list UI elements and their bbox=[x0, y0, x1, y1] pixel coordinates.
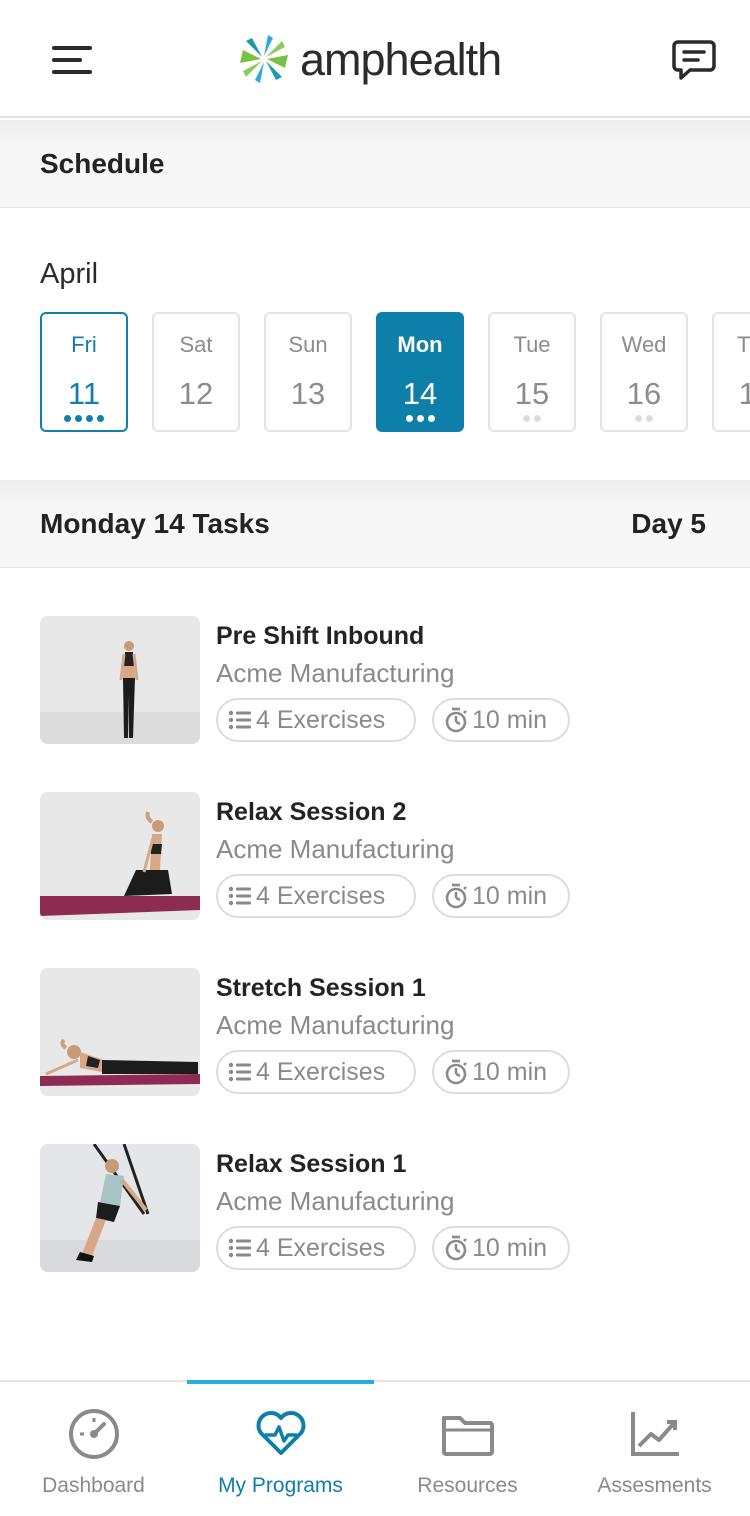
exercise-count-badge: 4 Exercises bbox=[216, 1226, 416, 1270]
schedule-title: Schedule bbox=[40, 148, 165, 179]
date-thu-17[interactable]: Thu 17 bbox=[712, 312, 750, 432]
task-dots bbox=[42, 415, 126, 422]
nav-label: Dashboard bbox=[42, 1474, 145, 1497]
logo-text: amphealth bbox=[300, 33, 502, 85]
task-name: Pre Shift Inbound bbox=[216, 622, 425, 650]
speedometer-icon bbox=[68, 1409, 119, 1459]
date-sat-12[interactable]: Sat 12 bbox=[152, 312, 240, 432]
date-dow: Wed bbox=[621, 332, 667, 357]
exercise-count-badge: 4 Exercises bbox=[216, 874, 416, 918]
app-header: amphealth bbox=[0, 0, 750, 118]
exercise-thumbnail bbox=[40, 1144, 200, 1272]
task-dots bbox=[490, 415, 574, 422]
amphealth-logo: amphealth bbox=[238, 33, 502, 85]
nav-assessments[interactable]: Assesments bbox=[561, 1382, 748, 1516]
task-organization: Acme Manufacturing bbox=[216, 834, 455, 864]
list-icon bbox=[228, 1238, 251, 1258]
heart-pulse-icon bbox=[256, 1411, 305, 1455]
stopwatch-icon bbox=[445, 1235, 467, 1261]
bottom-navigation: Dashboard My Programs Resources Assesmen… bbox=[0, 1380, 750, 1516]
nav-resources[interactable]: Resources bbox=[374, 1382, 561, 1516]
date-strip[interactable]: Fri 11 Sat 12 Sun 13 Mon 14 Tue 15 Wed 1… bbox=[40, 312, 750, 432]
stopwatch-icon bbox=[445, 883, 467, 909]
list-icon bbox=[228, 710, 251, 730]
task-card[interactable]: Stretch Session 1 Acme Manufacturing 4 E… bbox=[40, 968, 720, 1096]
exercise-thumbnail bbox=[40, 968, 200, 1096]
exercise-count: 4 Exercises bbox=[256, 705, 386, 734]
hamburger-menu-icon[interactable] bbox=[52, 44, 92, 76]
date-number: 17 bbox=[738, 376, 750, 411]
duration-badge: 10 min bbox=[432, 698, 570, 742]
date-dow: Tue bbox=[513, 332, 551, 357]
line-chart-icon bbox=[630, 1412, 679, 1456]
nav-label: Assesments bbox=[597, 1474, 712, 1497]
duration: 10 min bbox=[472, 1233, 548, 1262]
duration-badge: 10 min bbox=[432, 874, 570, 918]
tasks-title: Monday 14 Tasks bbox=[40, 508, 270, 539]
date-mon-14[interactable]: Mon 14 bbox=[376, 312, 464, 432]
list-icon bbox=[228, 1062, 251, 1082]
date-dow: Sat bbox=[179, 332, 213, 357]
duration-badge: 10 min bbox=[432, 1050, 570, 1094]
date-number: 11 bbox=[67, 376, 101, 411]
schedule-section-header: Schedule bbox=[0, 120, 750, 208]
nav-my-programs[interactable]: My Programs bbox=[187, 1380, 374, 1516]
exercise-count-badge: 4 Exercises bbox=[216, 1050, 416, 1094]
amphealth-logo-mark-icon bbox=[240, 35, 288, 83]
nav-dashboard[interactable]: Dashboard bbox=[0, 1382, 187, 1516]
duration: 10 min bbox=[472, 705, 548, 734]
task-name: Relax Session 2 bbox=[216, 798, 407, 826]
stopwatch-icon bbox=[445, 707, 467, 733]
duration: 10 min bbox=[472, 881, 548, 910]
duration: 10 min bbox=[472, 1057, 548, 1086]
date-number: 14 bbox=[402, 376, 438, 411]
date-tue-15[interactable]: Tue 15 bbox=[488, 312, 576, 432]
exercise-count: 4 Exercises bbox=[256, 1057, 386, 1086]
exercise-thumbnail bbox=[40, 792, 200, 920]
task-organization: Acme Manufacturing bbox=[216, 1186, 455, 1216]
program-day-label: Day 5 bbox=[631, 508, 706, 539]
date-dow: Mon bbox=[397, 332, 443, 357]
task-dots bbox=[378, 415, 462, 422]
date-number: 12 bbox=[178, 376, 214, 411]
date-sun-13[interactable]: Sun 13 bbox=[264, 312, 352, 432]
date-wed-16[interactable]: Wed 16 bbox=[600, 312, 688, 432]
tasks-section-header: Monday 14 Tasks Day 5 bbox=[0, 480, 750, 568]
month-label: April bbox=[40, 258, 99, 290]
task-card[interactable]: Relax Session 1 Acme Manufacturing 4 Exe… bbox=[40, 1144, 720, 1272]
date-number: 15 bbox=[514, 376, 550, 411]
nav-label: Resources bbox=[417, 1474, 518, 1497]
duration-badge: 10 min bbox=[432, 1226, 570, 1270]
task-organization: Acme Manufacturing bbox=[216, 1010, 455, 1040]
date-dow: Sun bbox=[288, 332, 328, 357]
exercise-count: 4 Exercises bbox=[256, 881, 386, 910]
task-name: Relax Session 1 bbox=[216, 1150, 407, 1178]
nav-label: My Programs bbox=[218, 1474, 343, 1497]
date-number: 16 bbox=[626, 376, 662, 411]
list-icon bbox=[228, 886, 251, 906]
task-card[interactable]: Pre Shift Inbound Acme Manufacturing 4 E… bbox=[40, 616, 720, 744]
task-dots bbox=[602, 415, 686, 422]
date-dow: Fri bbox=[71, 332, 97, 357]
task-organization: Acme Manufacturing bbox=[216, 658, 455, 688]
exercise-count: 4 Exercises bbox=[256, 1233, 386, 1262]
task-card[interactable]: Relax Session 2 Acme Manufacturing 4 Exe… bbox=[40, 792, 720, 920]
folder-icon bbox=[441, 1416, 494, 1456]
chat-message-icon[interactable] bbox=[672, 38, 716, 82]
exercise-thumbnail bbox=[40, 616, 200, 744]
date-dow: Thu bbox=[737, 332, 750, 357]
exercise-count-badge: 4 Exercises bbox=[216, 698, 416, 742]
task-name: Stretch Session 1 bbox=[216, 974, 426, 1002]
date-fri-11[interactable]: Fri 11 bbox=[40, 312, 128, 432]
stopwatch-icon bbox=[445, 1059, 467, 1085]
date-number: 13 bbox=[290, 376, 326, 411]
